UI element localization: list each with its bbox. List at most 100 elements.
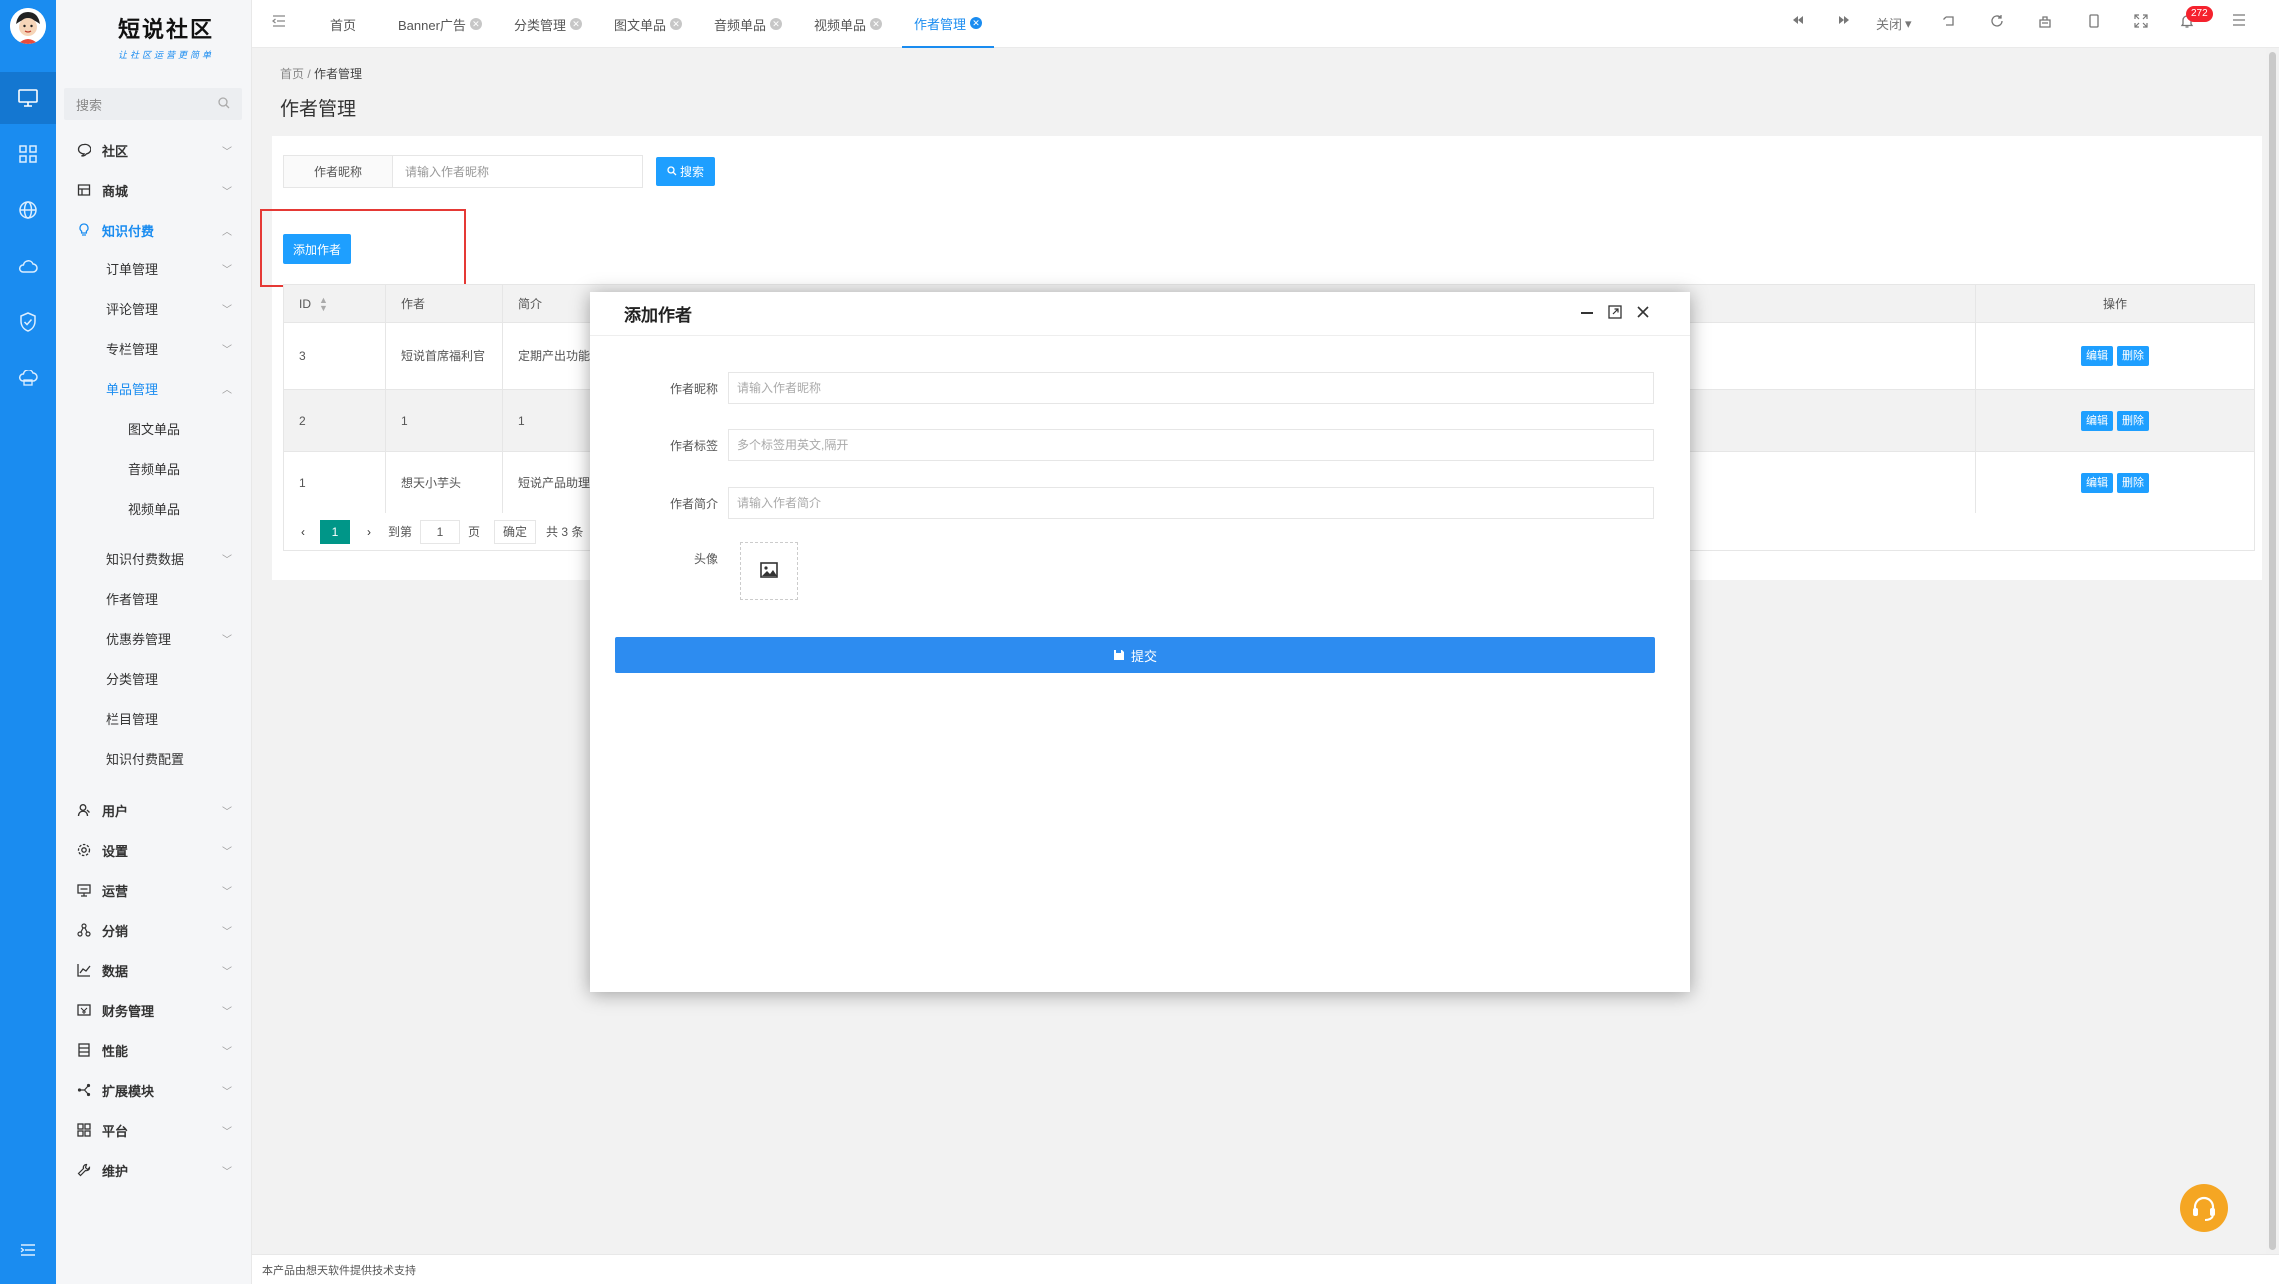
sidebar-item-community[interactable]: 社区 ﹀ bbox=[56, 130, 252, 170]
clear-cache-icon[interactable] bbox=[2038, 14, 2052, 28]
chevron-down-icon: ﹀ bbox=[222, 926, 232, 938]
search-button-label: 搜索 bbox=[679, 165, 704, 179]
cloud-storage-icon[interactable] bbox=[0, 352, 56, 404]
sidebar-search-input[interactable]: 搜索 bbox=[64, 88, 242, 120]
wrench-icon bbox=[76, 1162, 92, 1178]
goto-confirm-button[interactable]: 确定 bbox=[494, 519, 537, 544]
tab-home[interactable]: 首页 bbox=[330, 0, 356, 48]
maximize-icon[interactable] bbox=[1608, 305, 1622, 322]
sidebar-item-performance[interactable]: 性能 ﹀ bbox=[56, 1030, 252, 1070]
sidebar-item-finance[interactable]: 财务管理 ﹀ bbox=[56, 990, 252, 1030]
tab-audio-product[interactable]: 音频单品 ✕ bbox=[714, 0, 783, 48]
tags-input[interactable] bbox=[728, 429, 1654, 461]
close-icon[interactable]: ✕ bbox=[469, 18, 482, 30]
page-number-input[interactable]: 1 bbox=[420, 519, 461, 544]
cloud-icon[interactable] bbox=[0, 240, 56, 292]
mobile-preview-icon[interactable] bbox=[2088, 14, 2100, 28]
sidebar-item-sections[interactable]: 栏目管理 bbox=[56, 698, 252, 738]
sidebar-item-label: 运营 bbox=[102, 883, 129, 899]
next-page-icon[interactable]: › bbox=[358, 525, 380, 539]
scroll-right-icon[interactable] bbox=[1838, 14, 1850, 26]
delete-button[interactable]: 删除 bbox=[2117, 410, 2149, 431]
sidebar-item-comments[interactable]: 评论管理 ﹀ bbox=[56, 288, 252, 328]
close-icon[interactable]: ✕ bbox=[770, 18, 783, 30]
form-row-intro: 作者简介 bbox=[590, 487, 1690, 519]
form-row-tags: 作者标签 bbox=[590, 429, 1690, 461]
scrollbar-thumb[interactable] bbox=[2269, 52, 2276, 1250]
customer-service-icon[interactable] bbox=[2180, 1184, 2228, 1232]
close-tabs-dropdown[interactable]: 关闭 ▾ bbox=[1876, 14, 1912, 33]
sidebar-item-settings[interactable]: 设置 ﹀ bbox=[56, 830, 252, 870]
tab-video-product[interactable]: 视频单品 ✕ bbox=[814, 0, 883, 48]
prev-page-icon[interactable]: ‹ bbox=[292, 525, 314, 539]
more-menu-icon[interactable] bbox=[2232, 14, 2246, 26]
sidebar-item-distribution[interactable]: 分销 ﹀ bbox=[56, 910, 252, 950]
sidebar-item-authors[interactable]: 作者管理 bbox=[56, 578, 252, 618]
sidebar-item-single-products[interactable]: 单品管理 ︿ bbox=[56, 368, 252, 408]
sidebar-item-maintenance[interactable]: 维护 ﹀ bbox=[56, 1150, 252, 1190]
close-icon[interactable]: ✕ bbox=[670, 18, 683, 30]
fold-sidebar-icon[interactable] bbox=[271, 14, 286, 31]
gear-icon bbox=[76, 842, 92, 858]
sidebar-item-data[interactable]: 数据 ﹀ bbox=[56, 950, 252, 990]
sidebar-item-article-product[interactable]: 图文单品 bbox=[56, 408, 252, 448]
sort-icon[interactable]: ▲ ▼ bbox=[319, 295, 328, 312]
sidebar-item-knowledge-pay[interactable]: 知识付费 ︿ bbox=[56, 210, 252, 250]
current-page[interactable]: 1 bbox=[320, 519, 350, 544]
avatar[interactable] bbox=[10, 8, 46, 44]
modal-controls bbox=[1580, 305, 1650, 322]
nickname-input[interactable] bbox=[728, 372, 1654, 404]
minimize-icon[interactable] bbox=[1580, 305, 1594, 322]
edit-button[interactable]: 编辑 bbox=[2081, 346, 2113, 366]
tab-categories[interactable]: 分类管理 ✕ bbox=[514, 0, 583, 48]
sidebar-item-operations[interactable]: 运营 ﹀ bbox=[56, 870, 252, 910]
shield-icon[interactable] bbox=[0, 296, 56, 348]
page-scrollbar[interactable] bbox=[2266, 48, 2279, 1254]
sidebar-item-audio-product[interactable]: 音频单品 bbox=[56, 448, 252, 488]
edit-button[interactable]: 编辑 bbox=[2081, 472, 2113, 493]
apps-grid-icon[interactable] bbox=[0, 128, 56, 180]
undo-icon[interactable] bbox=[1942, 14, 1956, 28]
close-icon[interactable]: ✕ bbox=[970, 17, 983, 29]
breadcrumb-home[interactable]: 首页 bbox=[280, 67, 304, 81]
column-header-id[interactable]: ID ▲ ▼ bbox=[284, 285, 386, 322]
sidebar-item-users[interactable]: 用户 ﹀ bbox=[56, 790, 252, 830]
scroll-left-icon[interactable] bbox=[1792, 14, 1804, 26]
sidebar-item-platform[interactable]: 平台 ﹀ bbox=[56, 1110, 252, 1150]
edit-button[interactable]: 编辑 bbox=[2081, 410, 2113, 431]
tab-authors[interactable]: 作者管理 ✕ bbox=[902, 0, 995, 48]
sidebar-item-columns[interactable]: 专栏管理 ﹀ bbox=[56, 328, 252, 368]
search-button[interactable]: 搜索 bbox=[656, 157, 715, 186]
delete-button[interactable]: 删除 bbox=[2117, 346, 2149, 366]
delete-button[interactable]: 删除 bbox=[2117, 472, 2149, 493]
intro-input[interactable] bbox=[728, 487, 1654, 519]
close-icon[interactable]: ✕ bbox=[570, 18, 583, 30]
tab-banner[interactable]: Banner广告 ✕ bbox=[398, 0, 482, 48]
fullscreen-icon[interactable] bbox=[2134, 14, 2148, 28]
cell-author: 想天小芋头 bbox=[386, 452, 503, 513]
sidebar-item-extensions[interactable]: 扩展模块 ﹀ bbox=[56, 1070, 252, 1110]
chat-icon bbox=[76, 142, 92, 158]
sidebar-item-knowledge-data[interactable]: 知识付费数据 ﹀ bbox=[56, 538, 252, 578]
sidebar-item-label: 财务管理 bbox=[102, 1003, 155, 1019]
sidebar-item-shop[interactable]: 商城 ﹀ bbox=[56, 170, 252, 210]
author-nickname-search-input[interactable] bbox=[393, 155, 643, 188]
sidebar-item-video-product[interactable]: 视频单品 bbox=[56, 488, 252, 528]
monitor-icon[interactable] bbox=[0, 72, 56, 124]
sidebar-item-knowledge-config[interactable]: 知识付费配置 bbox=[56, 738, 252, 778]
tab-article-product[interactable]: 图文单品 ✕ bbox=[614, 0, 683, 48]
chevron-down-icon: ﹀ bbox=[222, 966, 232, 978]
close-icon[interactable] bbox=[1636, 305, 1650, 322]
close-icon[interactable]: ✕ bbox=[870, 18, 883, 30]
refresh-icon[interactable] bbox=[1990, 14, 2004, 28]
menu-toggle-icon[interactable] bbox=[0, 1224, 56, 1276]
chevron-down-icon: ﹀ bbox=[222, 264, 232, 276]
sidebar-item-categories[interactable]: 分类管理 bbox=[56, 658, 252, 698]
sidebar-item-label: 性能 bbox=[102, 1043, 129, 1059]
submit-button[interactable]: 提交 bbox=[615, 637, 1655, 673]
globe-icon[interactable] bbox=[0, 184, 56, 236]
sidebar-item-coupons[interactable]: 优惠券管理 ﹀ bbox=[56, 618, 252, 658]
avatar-upload[interactable] bbox=[740, 542, 798, 600]
sidebar-item-orders[interactable]: 订单管理 ﹀ bbox=[56, 248, 252, 288]
column-header-ops: 操作 bbox=[2102, 296, 2127, 311]
